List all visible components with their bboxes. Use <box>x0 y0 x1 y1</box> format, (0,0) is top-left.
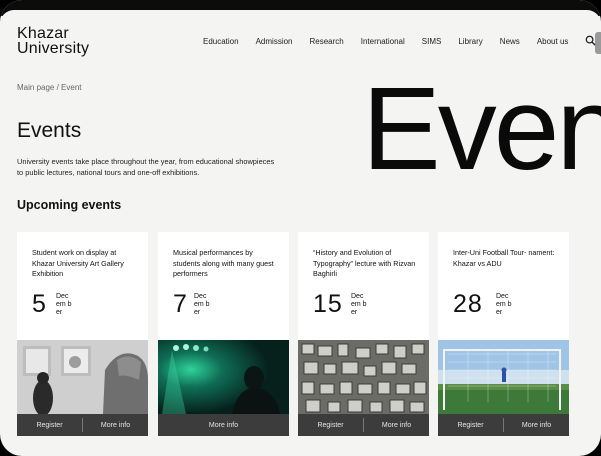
section-title: Upcoming events <box>17 198 122 212</box>
event-card[interactable]: Student work on display at Khazar Univer… <box>17 232 148 436</box>
more-info-button[interactable]: More info <box>158 422 289 429</box>
football-photo <box>438 340 569 414</box>
logo-line-2: University <box>17 40 90 57</box>
event-title[interactable]: Inter-Uni Football Tour- nament: Khazar … <box>453 248 561 269</box>
event-day: 5 <box>32 290 47 318</box>
concert-photo <box>158 340 289 414</box>
browser-window: Khazar University Education Admission Re… <box>0 0 601 456</box>
page-title: Events <box>17 119 82 142</box>
nav-international[interactable]: International <box>361 37 405 46</box>
university-logo[interactable]: Khazar University <box>17 25 90 57</box>
search-icon[interactable] <box>585 35 596 46</box>
nav-sims[interactable]: SIMS <box>422 37 442 46</box>
register-button[interactable]: Register <box>298 422 363 429</box>
event-card[interactable]: “History and Evolution of Typography” le… <box>298 232 429 436</box>
hero-word: Even <box>362 63 601 195</box>
event-day: 28 <box>453 290 483 318</box>
event-month: Dec em ber <box>194 293 210 316</box>
nav-research[interactable]: Research <box>310 37 344 46</box>
gallery-photo <box>17 340 148 414</box>
register-button[interactable]: Register <box>438 422 503 429</box>
event-card[interactable]: Inter-Uni Football Tour- nament: Khazar … <box>438 232 569 436</box>
nav-library[interactable]: Library <box>458 37 482 46</box>
event-month: Dec em ber <box>496 293 512 316</box>
typography-photo <box>298 340 429 414</box>
window-top-band <box>0 0 601 24</box>
logo-line-1: Khazar <box>17 25 69 42</box>
event-month: Dec em ber <box>56 293 72 316</box>
event-card[interactable]: Musical performances by students along w… <box>158 232 289 436</box>
nav-admission[interactable]: Admission <box>256 37 293 46</box>
more-info-button[interactable]: More info <box>364 422 429 429</box>
card-actions: Register More info <box>438 414 569 436</box>
more-info-button[interactable]: More info <box>83 422 148 429</box>
event-title[interactable]: Musical performances by students along w… <box>173 248 281 280</box>
intro-text: University events take place throughout … <box>17 157 275 177</box>
more-info-button[interactable]: More info <box>504 422 569 429</box>
event-title[interactable]: “History and Evolution of Typography” le… <box>313 248 421 280</box>
card-actions: Register More info <box>298 414 429 436</box>
event-day: 15 <box>313 290 343 318</box>
event-month: Dec em ber <box>351 293 367 316</box>
register-button[interactable]: Register <box>17 422 82 429</box>
event-day: 7 <box>173 290 188 318</box>
card-actions: More info <box>158 414 289 436</box>
breadcrumb[interactable]: Main page / Event <box>17 83 81 92</box>
card-actions: Register More info <box>17 414 148 436</box>
nav-education[interactable]: Education <box>203 37 239 46</box>
main-nav: Education Admission Research Internation… <box>203 35 596 47</box>
nav-news[interactable]: News <box>500 37 520 46</box>
event-title[interactable]: Student work on display at Khazar Univer… <box>32 248 140 280</box>
nav-about-us[interactable]: About us <box>537 37 569 46</box>
